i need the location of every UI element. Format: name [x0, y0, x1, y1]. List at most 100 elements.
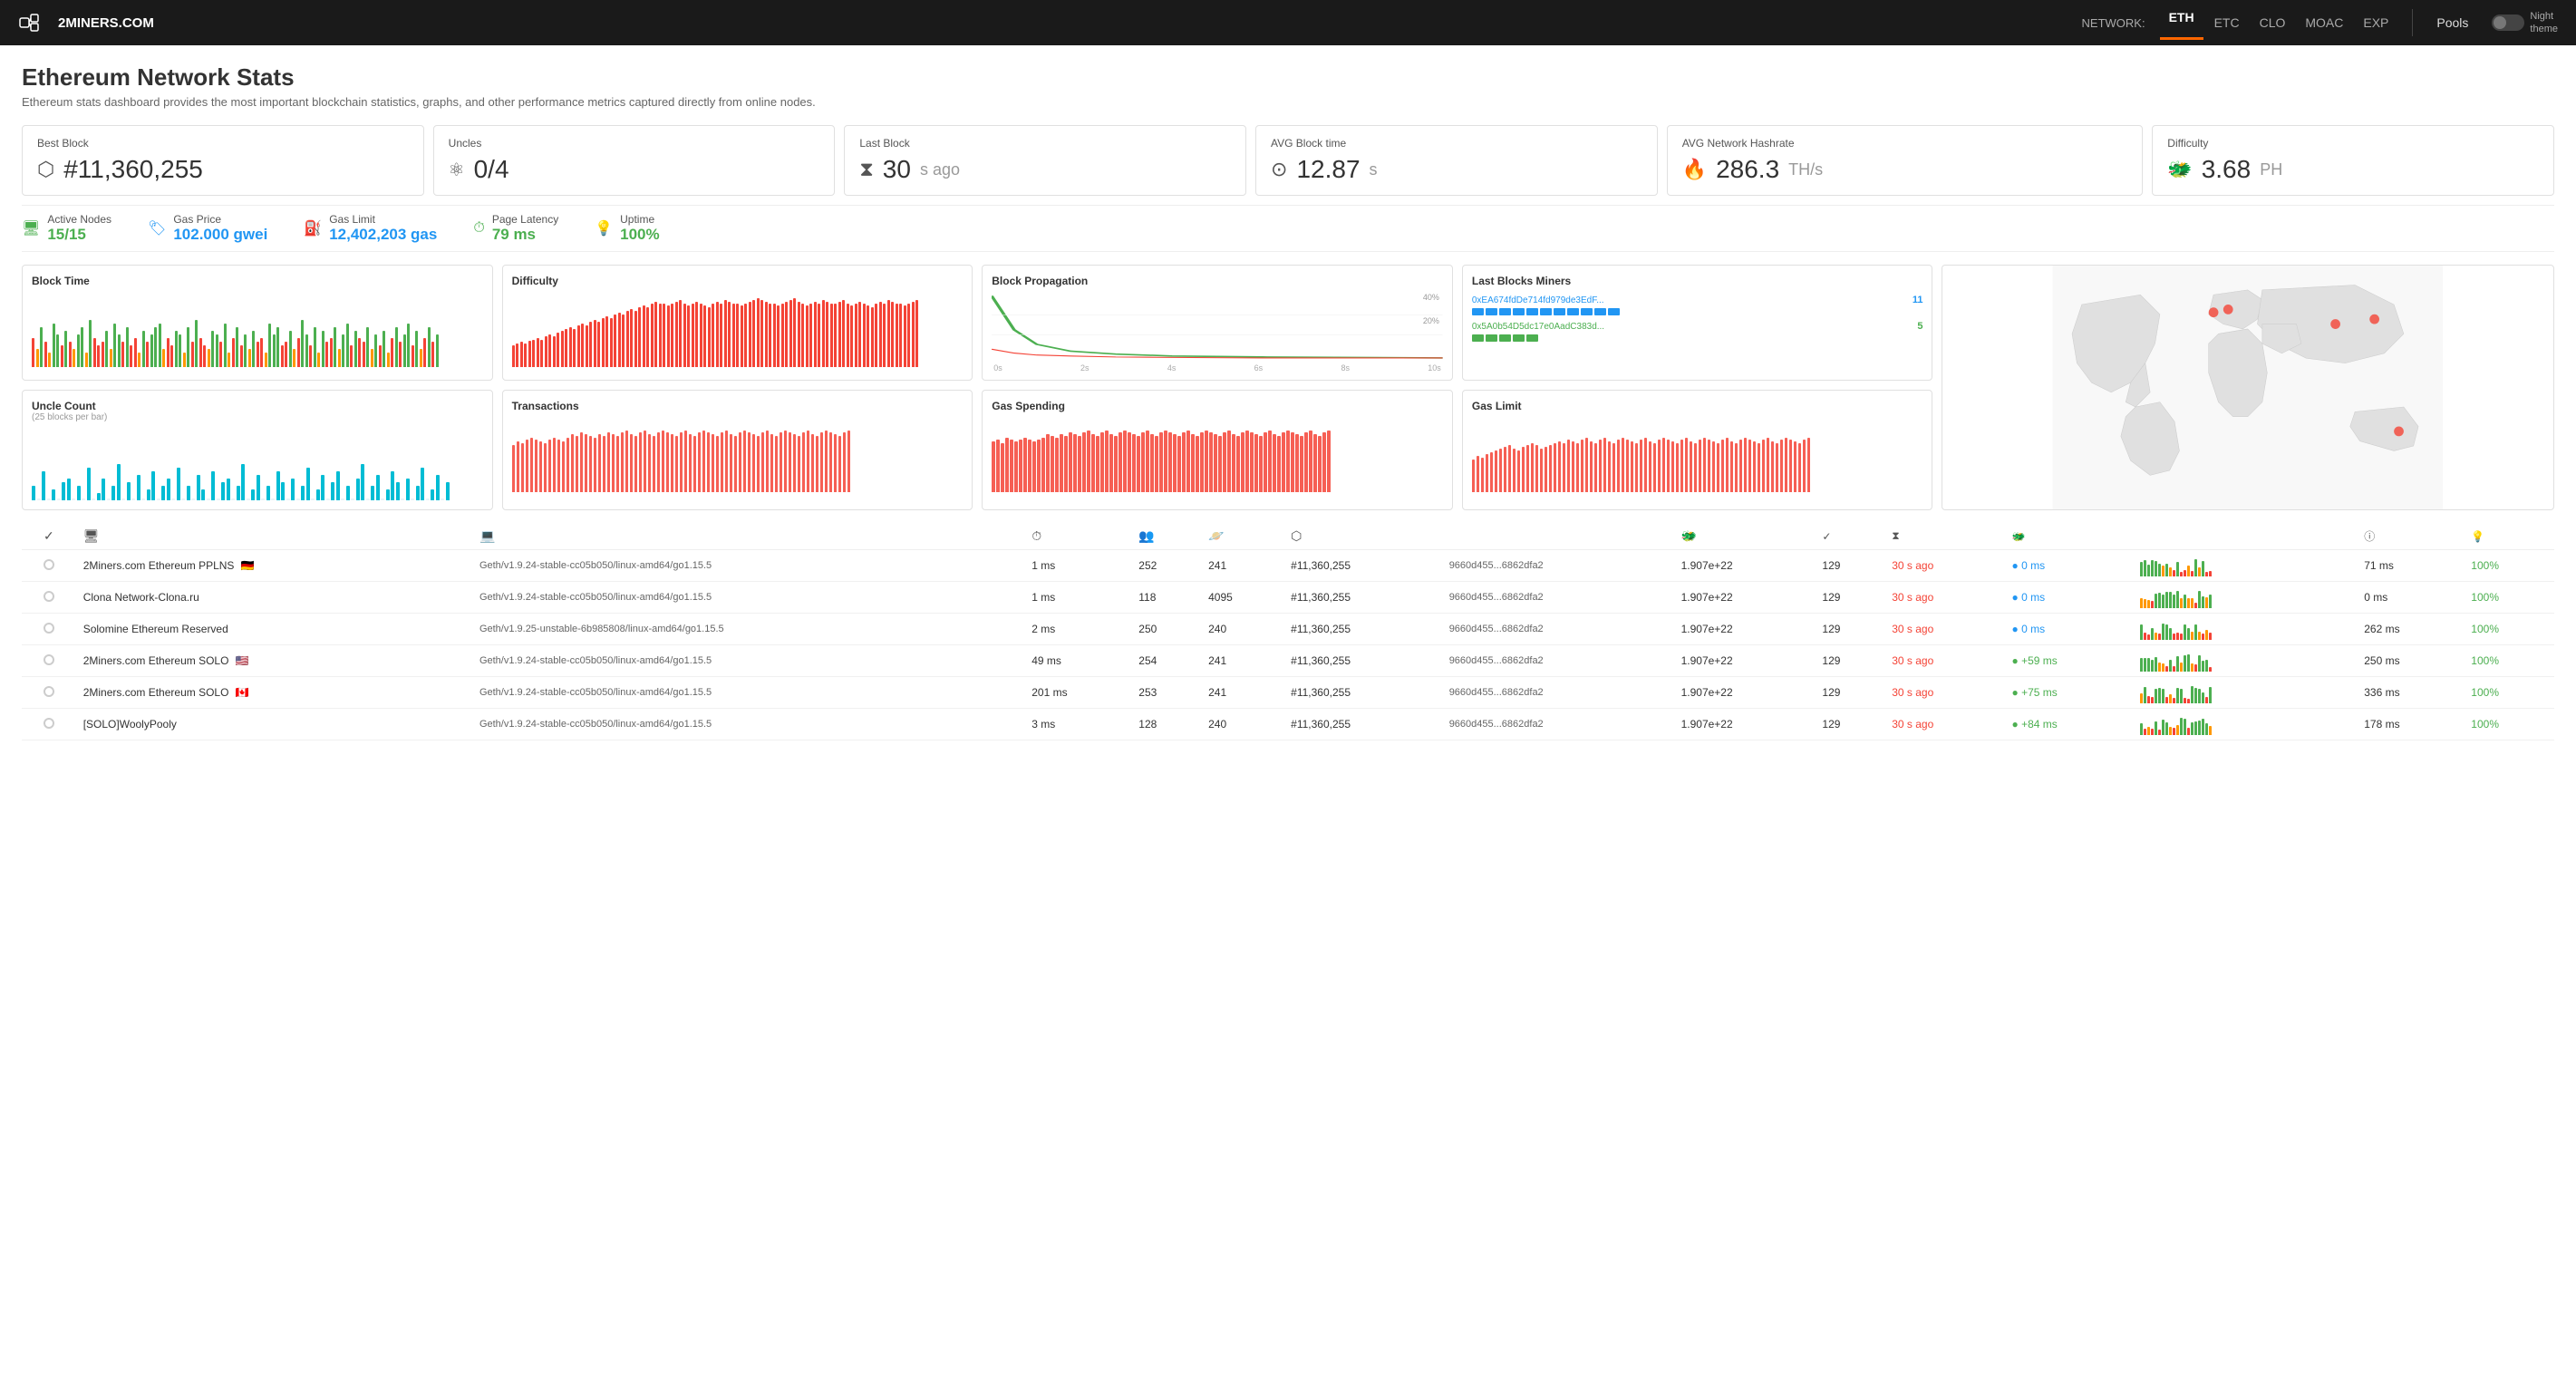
node-block: #11,360,255 [1291, 654, 1351, 667]
chart-gas-spending-area [992, 420, 1443, 492]
node-difficulty: 1.907e+22 [1681, 591, 1733, 604]
stat-cards-row2: 🖥 Active Nodes 15/15 🏷 Gas Price 102.000… [22, 205, 2554, 252]
node-flag: 🇨🇦 [236, 686, 249, 699]
node-latency2: 262 ms [2364, 623, 2399, 635]
node-difficulty: 1.907e+22 [1681, 686, 1733, 699]
node-name: [SOLO]WoolyPooly [83, 718, 177, 731]
node-tx: 129 [1822, 559, 1840, 572]
chart-miners-title: Last Blocks Miners [1472, 275, 1923, 287]
node-last-block: 30 s ago [1892, 591, 1933, 604]
chart-uncle-count-title: Uncle Count [32, 400, 483, 412]
pools-link[interactable]: Pools [2427, 12, 2477, 34]
node-pending: 240 [1208, 623, 1226, 635]
node-block: #11,360,255 [1291, 686, 1351, 699]
logo[interactable]: 2MINERS.COM [18, 13, 154, 33]
last-block-label: Last Block [859, 137, 1231, 150]
chart-block-time: Block Time [22, 265, 493, 381]
stat-gas-price: 🏷 Gas Price 102.000 gwei [148, 213, 267, 244]
chart-block-time-area [32, 295, 483, 367]
node-difficulty: 1.907e+22 [1681, 718, 1733, 731]
gas-price-icon: 🏷 [148, 219, 166, 237]
node-name: Solomine Ethereum Reserved [83, 623, 228, 635]
node-propagation: ● +75 ms [2012, 686, 2058, 699]
node-propagation: ● 0 ms [2012, 623, 2046, 635]
node-sparkline [2140, 586, 2231, 608]
table-row: [SOLO]WoolyPooly Geth/v1.9.24-stable-cc0… [22, 709, 2554, 740]
chart-transactions-area [512, 420, 964, 492]
nav: ETH ETC CLO MOAC EXP [2160, 6, 2398, 40]
uptime-value: 100% [620, 226, 659, 244]
nav-clo[interactable]: CLO [2251, 12, 2295, 34]
table-row: 2Miners.com Ethereum SOLO 🇨🇦 Geth/v1.9.2… [22, 677, 2554, 709]
node-table-container: ✓ 🖥 💻 ⏱ 👥 🪐 [22, 523, 2554, 740]
chart-last-blocks-miners: Last Blocks Miners 0xEA674fdDe714fd979de… [1462, 265, 1933, 381]
th-block: ⬡ [1283, 523, 1442, 550]
chart-transactions-title: Transactions [512, 400, 964, 412]
node-peers: 118 [1138, 591, 1156, 604]
node-last-block: 30 s ago [1892, 654, 1933, 667]
node-latency2: 336 ms [2364, 686, 2399, 699]
node-client: Geth/v1.9.25-unstable-6b985808/linux-amd… [479, 624, 724, 634]
last-block-value: 30 [883, 155, 911, 184]
node-status-circle [44, 718, 54, 729]
hashrate-value: 286.3 [1716, 155, 1779, 184]
node-block: #11,360,255 [1291, 718, 1351, 731]
uncles-value: 0/4 [474, 155, 509, 184]
node-status-circle [44, 686, 54, 697]
chart-difficulty: Difficulty [502, 265, 973, 381]
node-name: 2Miners.com Ethereum SOLO [83, 654, 229, 667]
node-status-circle [44, 623, 54, 634]
node-table: ✓ 🖥 💻 ⏱ 👥 🪐 [22, 523, 2554, 740]
nav-eth[interactable]: ETH [2160, 6, 2203, 40]
chart-gas-limit: Gas Limit [1462, 390, 1933, 510]
difficulty-value: 3.68 [2202, 155, 2252, 184]
node-latency: 1 ms [1031, 559, 1055, 572]
stat-card-best-block: Best Block ⬡ #11,360,255 [22, 125, 424, 196]
chart-propagation-title: Block Propagation [992, 275, 1443, 287]
node-latency2: 71 ms [2364, 559, 2394, 572]
node-uptime: 100% [2471, 686, 2499, 699]
table-row: Solomine Ethereum Reserved Geth/v1.9.25-… [22, 614, 2554, 645]
node-tx: 129 [1822, 623, 1840, 635]
chart-gas-spending: Gas Spending [982, 390, 1453, 510]
node-pending: 4095 [1208, 591, 1233, 604]
charts-section: Block Time Difficulty Block Propagation … [22, 265, 2554, 510]
night-theme-toggle[interactable]: Nighttheme [2492, 10, 2558, 36]
node-client: Geth/v1.9.24-stable-cc05b050/linux-amd64… [479, 687, 712, 698]
nav-moac[interactable]: MOAC [2296, 12, 2352, 34]
th-propagation: 🐲 [2005, 523, 2133, 550]
table-row: 2Miners.com Ethereum PPLNS 🇩🇪 Geth/v1.9.… [22, 550, 2554, 582]
chart-gas-limit-title: Gas Limit [1472, 400, 1923, 412]
node-latency: 1 ms [1031, 591, 1055, 604]
nav-exp[interactable]: EXP [2354, 12, 2397, 34]
avg-block-time-icon: ⊙ [1271, 158, 1287, 181]
hashrate-label: AVG Network Hashrate [1682, 137, 2128, 150]
th-pending: 🪐 [1201, 523, 1283, 550]
node-sparkline [2140, 618, 2231, 640]
node-pending: 241 [1208, 559, 1226, 572]
miner-addr-1: 0xEA674fdDe714fd979de3EdF... [1472, 295, 1907, 305]
node-uptime: 100% [2471, 591, 2499, 604]
node-latency: 49 ms [1031, 654, 1061, 667]
chart-uncle-count-subtitle: (25 blocks per bar) [32, 412, 483, 422]
node-block: #11,360,255 [1291, 623, 1351, 635]
node-last-block: 30 s ago [1892, 559, 1933, 572]
page-latency-value: 79 ms [492, 226, 558, 244]
th-uptime: 💡 [2464, 523, 2554, 550]
node-flag: 🇩🇪 [241, 559, 255, 572]
node-peers: 128 [1138, 718, 1157, 731]
nav-etc[interactable]: ETC [2205, 12, 2249, 34]
node-client: Geth/v1.9.24-stable-cc05b050/linux-amd64… [479, 719, 712, 730]
stat-cards-row1: Best Block ⬡ #11,360,255 Uncles ⚛ 0/4 La… [22, 125, 2554, 196]
node-latency: 3 ms [1031, 718, 1055, 731]
node-status-circle [44, 591, 54, 602]
best-block-icon: ⬡ [37, 158, 54, 181]
stat-gas-limit: ⛽ Gas Limit 12,402,203 gas [304, 213, 437, 244]
node-propagation: ● +59 ms [2012, 654, 2058, 667]
node-sparkline [2140, 555, 2231, 576]
propagation-svg [992, 291, 1443, 359]
avg-block-time-label: AVG Block time [1271, 137, 1642, 150]
node-last-block: 30 s ago [1892, 686, 1933, 699]
stat-card-avg-block-time: AVG Block time ⊙ 12.87 s [1255, 125, 1658, 196]
miner-count-2: 5 [1917, 321, 1922, 332]
